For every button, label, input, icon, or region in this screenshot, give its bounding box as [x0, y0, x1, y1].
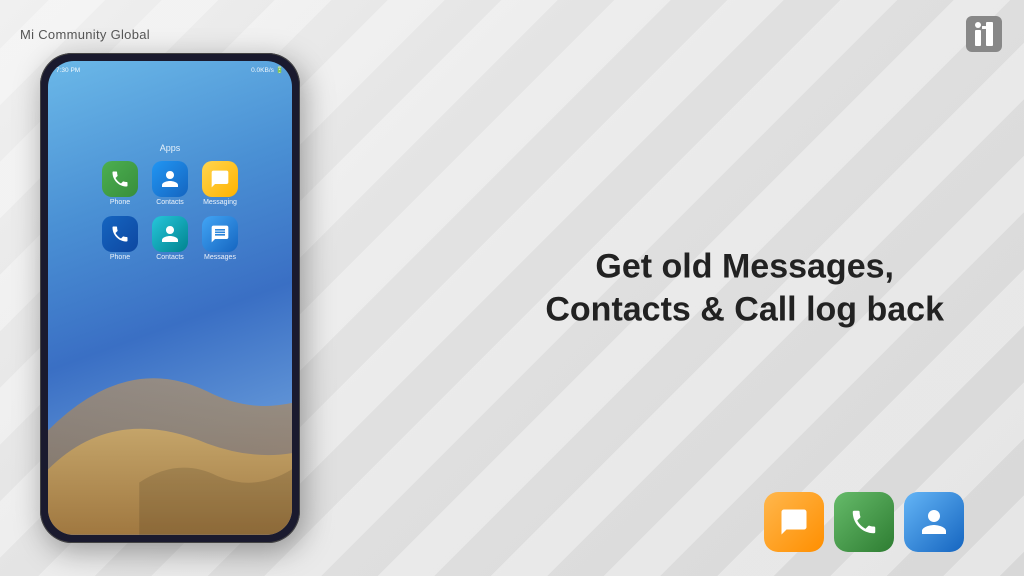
app-icon-contacts-old: Contacts: [152, 161, 188, 206]
app-row-new: Phone Contacts: [102, 216, 238, 261]
main-heading: Get old Messages, Contacts & Call log ba…: [545, 246, 944, 331]
contacts-old-label: Contacts: [156, 199, 184, 206]
messages-icon: [202, 216, 238, 252]
contacts-new-icon: [152, 216, 188, 252]
messaging-icon: [202, 161, 238, 197]
contacts-old-icon: [152, 161, 188, 197]
phone-frame: 7:30 PM 0.0KB/s 🔋: [40, 53, 300, 543]
apps-section: Apps Phone: [48, 83, 292, 271]
messages-new-label: Messages: [204, 254, 236, 261]
phone-old-label: Phone: [110, 199, 130, 206]
app-icon-messaging: Messaging: [202, 161, 238, 206]
heading-line1: Get old Messages,: [545, 246, 944, 289]
phone-old-icon: [102, 161, 138, 197]
miui-logo: [964, 14, 1004, 54]
bottom-icons: [764, 492, 964, 552]
app-row-old: Phone Contacts: [102, 161, 238, 206]
messaging-label: Messaging: [203, 199, 237, 206]
bottom-contacts-icon: [904, 492, 964, 552]
contacts-new-label: Contacts: [156, 254, 184, 261]
header: Mi Community Global: [0, 0, 1024, 68]
phone-screen: 7:30 PM 0.0KB/s 🔋: [48, 61, 292, 535]
app-icon-messages: Messages: [202, 216, 238, 261]
phone-container: 7:30 PM 0.0KB/s 🔋: [40, 40, 360, 556]
main-content: Get old Messages, Contacts & Call log ba…: [545, 246, 944, 331]
app-icon-phone-old: Phone: [102, 161, 138, 206]
brand-text: Mi Community Global: [20, 27, 150, 42]
app-icon-phone-new: Phone: [102, 216, 138, 261]
bottom-messaging-icon: [764, 492, 824, 552]
heading-line2: Contacts & Call log back: [545, 288, 944, 331]
app-icon-contacts-new: Contacts: [152, 216, 188, 261]
phone-new-label: Phone: [110, 254, 130, 261]
bottom-phone-icon: [834, 492, 894, 552]
apps-label: Apps: [160, 143, 181, 153]
miui-logo-svg: [964, 14, 1004, 54]
landscape-svg: [48, 274, 292, 535]
phone-new-icon: [102, 216, 138, 252]
